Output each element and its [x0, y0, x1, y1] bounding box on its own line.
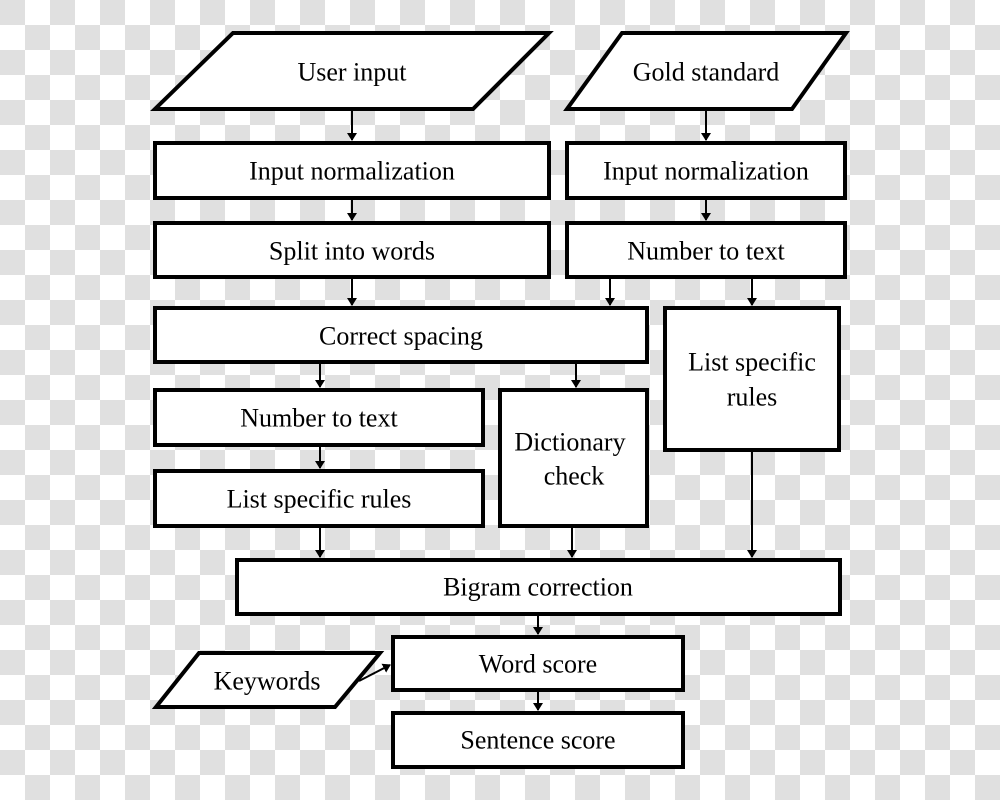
- node-word-score: Word score: [391, 635, 685, 692]
- node-number-to-text-left: Number to text: [153, 388, 485, 447]
- flowchart: User input Gold standard Input normaliza…: [150, 31, 850, 769]
- bigram-correction-label: Bigram correction: [443, 573, 633, 602]
- node-keywords: Keywords: [151, 651, 385, 709]
- gold-standard-label: Gold standard: [633, 58, 780, 87]
- list-specific-rules-right-label-line2: rules: [727, 383, 778, 412]
- user-input-label: User input: [297, 58, 407, 87]
- node-gold-standard: Gold standard: [563, 31, 850, 111]
- node-input-normalization-left: Input normalization: [153, 141, 551, 200]
- list-specific-rules-left-label: List specific rules: [227, 485, 412, 514]
- node-split-into-words: Split into words: [153, 221, 551, 279]
- node-bigram-correction: Bigram correction: [235, 558, 842, 616]
- split-into-words-label: Split into words: [269, 237, 435, 266]
- node-number-to-text-right: Number to text: [565, 221, 847, 279]
- dictionary-check-label-line2: check: [544, 462, 605, 491]
- input-normalization-left-label: Input normalization: [249, 157, 455, 186]
- word-score-label: Word score: [479, 650, 597, 679]
- correct-spacing-label: Correct spacing: [319, 322, 483, 351]
- node-correct-spacing: Correct spacing: [153, 306, 649, 364]
- keywords-label: Keywords: [214, 667, 321, 696]
- node-sentence-score: Sentence score: [391, 711, 685, 769]
- node-list-specific-rules-right: List specific rules: [663, 306, 841, 452]
- list-specific-rules-right-box: [663, 306, 841, 452]
- node-dictionary-check: Dictionary check: [498, 388, 649, 528]
- list-specific-rules-right-label-line1: List specific: [688, 348, 816, 377]
- node-list-specific-rules-left: List specific rules: [153, 469, 485, 528]
- input-normalization-right-label: Input normalization: [603, 157, 809, 186]
- dictionary-check-box: [498, 388, 649, 528]
- number-to-text-left-label: Number to text: [240, 404, 398, 433]
- sentence-score-label: Sentence score: [460, 726, 615, 755]
- number-to-text-right-label: Number to text: [627, 237, 785, 266]
- dictionary-check-label-line1: Dictionary: [514, 428, 625, 457]
- node-user-input: User input: [150, 31, 554, 111]
- node-input-normalization-right: Input normalization: [565, 141, 847, 200]
